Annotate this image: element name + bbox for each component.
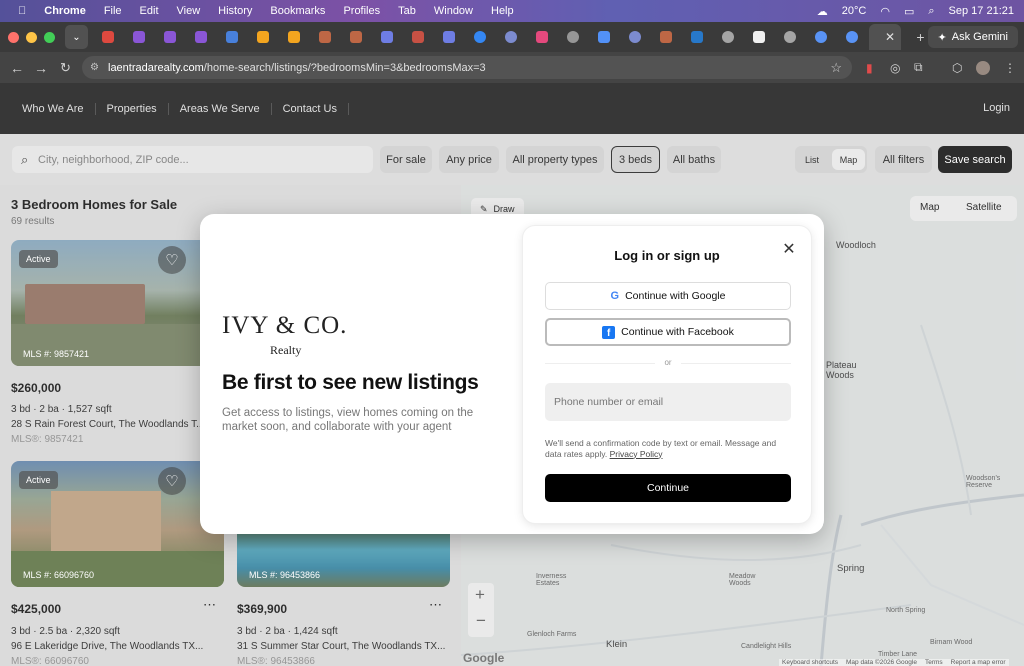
or-divider: or <box>545 358 791 367</box>
continue-with-facebook-button[interactable]: f Continue with Facebook <box>545 318 791 346</box>
signup-modal: IVY & CO. Realty Be first to see new lis… <box>200 214 824 534</box>
brand-logo: IVY & CO. <box>222 312 348 339</box>
login-title: Log in or sign up <box>614 248 720 263</box>
modal-subtext: Get access to listings, view homes comin… <box>222 407 474 433</box>
phone-or-email-input[interactable] <box>545 383 791 421</box>
brand-logo-sub: Realty <box>270 343 302 357</box>
modal-headline: Be first to see new listings <box>222 371 479 394</box>
privacy-policy-link[interactable]: Privacy Policy <box>610 449 663 459</box>
continue-button[interactable]: Continue <box>545 474 791 502</box>
login-panel: Log in or sign up ✕ G Continue with Goog… <box>523 226 811 523</box>
consent-note: We'll send a confirmation code by text o… <box>545 438 777 459</box>
google-icon: G <box>610 290 620 302</box>
close-icon[interactable]: ✕ <box>779 240 799 260</box>
facebook-icon: f <box>602 325 616 339</box>
continue-with-google-button[interactable]: G Continue with Google <box>545 282 791 310</box>
